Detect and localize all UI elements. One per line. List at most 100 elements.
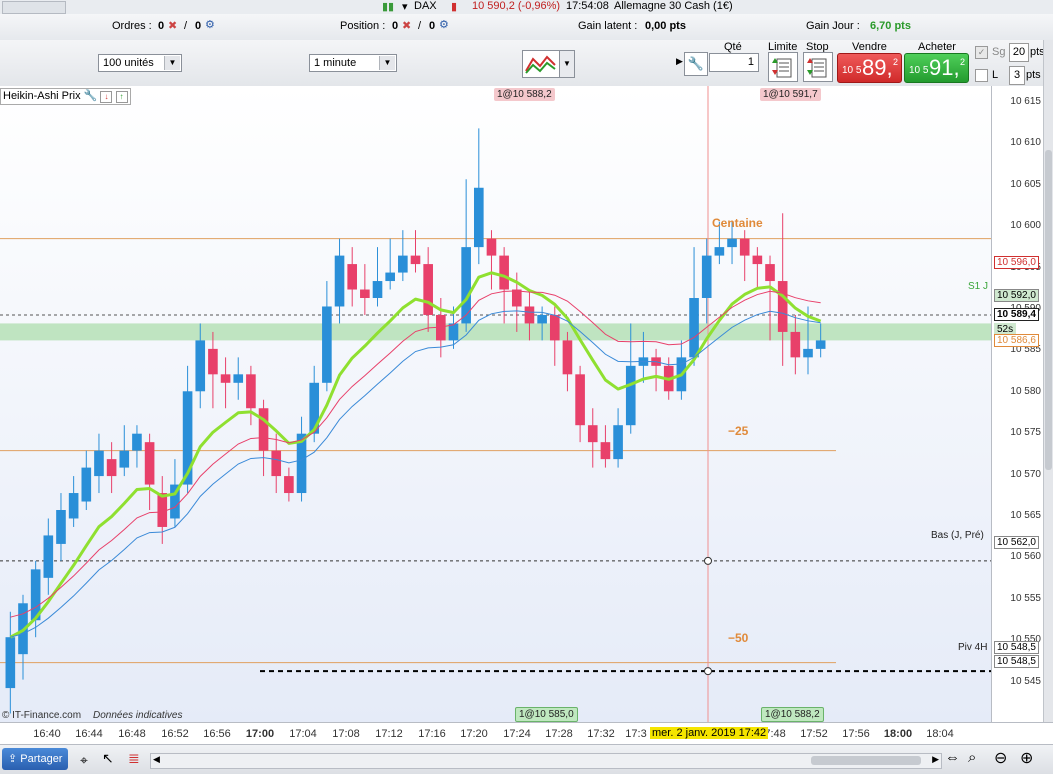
slow-moving-average <box>10 310 821 638</box>
vendre-label: Vendre <box>852 41 887 53</box>
price-axis[interactable]: 10 61510 61010 60510 60010 59510 59010 5… <box>991 86 1044 722</box>
scroll-right-icon[interactable]: ▶ <box>932 754 939 765</box>
bas-label: Bas (J, Pré) <box>931 530 984 541</box>
trade-tag-top-left[interactable]: 1@10 588,2 <box>494 88 555 101</box>
current-price-box: 10 589,4 <box>994 308 1039 321</box>
time-tick-label: 17:32 <box>587 728 615 740</box>
units-select[interactable]: 100 unités ▼ <box>98 54 182 72</box>
time-tick-label: 17:20 <box>460 728 488 740</box>
sg-input[interactable]: 20 <box>1009 43 1029 62</box>
bear-candle <box>562 340 573 375</box>
bear-candle <box>549 314 560 341</box>
bear-candle <box>347 264 358 290</box>
bear-candle <box>575 374 585 426</box>
bull-candle <box>701 255 712 298</box>
limit-order-icon <box>772 58 792 78</box>
price-tick-label: 10 575 <box>1010 427 1041 439</box>
bull-candle <box>43 535 54 578</box>
close-position-icon[interactable]: ✖ <box>402 19 411 32</box>
sell-price: 89, <box>862 55 893 80</box>
bear-candle <box>777 281 788 332</box>
bear-candle <box>739 238 750 256</box>
chart-type-icon <box>525 55 556 74</box>
position-count-2: 0 <box>429 20 436 32</box>
trade-tag-bottom-left[interactable]: 1@10 585,0 <box>515 707 578 722</box>
wrench-button[interactable]: 🔧 <box>684 52 708 76</box>
horizontal-scrollbar[interactable]: ◀ ▶ <box>150 753 942 769</box>
share-button[interactable]: ⇪ Partager <box>2 748 68 770</box>
scroll-thumb[interactable] <box>1045 150 1052 470</box>
zoom-out-icon[interactable]: ⊖ <box>994 748 1007 768</box>
price-tick-label: 10 565 <box>1010 510 1041 521</box>
indicator-tool-icon[interactable]: ≣ <box>128 750 140 767</box>
scroll-left-icon[interactable]: ◀ <box>153 754 160 765</box>
bull-candle <box>714 247 725 256</box>
time-tick-label: 18:00 <box>883 728 913 740</box>
chevron-down-icon[interactable]: ▾ <box>402 0 408 13</box>
bull-candle <box>5 637 16 689</box>
bear-candle <box>511 289 522 307</box>
trade-tag-top-right[interactable]: 1@10 591,7 <box>760 88 821 101</box>
pointer-tool-icon[interactable]: ↖ <box>102 750 114 767</box>
interval-select[interactable]: 1 minute ▼ <box>309 54 397 72</box>
support-band <box>0 323 991 341</box>
trade-tag-bottom-right[interactable]: 1@10 588,2 <box>761 707 824 722</box>
sg-checkbox[interactable]: ✓ <box>975 46 988 59</box>
acheter-label: Acheter <box>918 41 956 53</box>
l-checkbox[interactable] <box>975 69 988 82</box>
gear-icon[interactable]: ⚙ <box>439 18 449 31</box>
share-icon: ⇪ <box>8 753 18 765</box>
time-tick-label: 16:56 <box>203 728 231 740</box>
time-tick-label: 18:04 <box>926 728 954 740</box>
stop-order-button[interactable] <box>803 52 833 82</box>
zoom-in-icon[interactable]: ⊕ <box>1020 748 1033 768</box>
scroll-thumb[interactable] <box>811 756 921 765</box>
wrench-icon[interactable]: 🔧 <box>84 90 98 102</box>
l-label: L <box>992 69 999 81</box>
indicator-name: Heikin-Ashi Prix <box>3 90 81 102</box>
buy-prefix: 10 5 <box>909 65 929 76</box>
price-tick-label: 10 605 <box>1010 178 1041 190</box>
qty-input[interactable]: 1 <box>709 53 759 72</box>
buy-price: 91, <box>929 55 960 80</box>
gear-icon[interactable]: ⚙ <box>205 18 215 31</box>
buy-sup: 2 <box>960 57 966 67</box>
limit-order-button[interactable] <box>768 52 798 82</box>
stop-order-icon <box>807 58 827 78</box>
position-count: 0 <box>392 20 399 32</box>
bull-candle <box>372 281 383 298</box>
bear-candle <box>360 289 370 298</box>
price-chart[interactable]: Heikin-Ashi Prix 🔧 ↓ ↑ 1@10 588,2 1@10 5… <box>0 86 991 722</box>
collapse-panel-icon[interactable]: ▶ <box>676 56 683 67</box>
l-input[interactable]: 3 <box>1009 66 1025 85</box>
instrument-name[interactable]: DAX <box>414 0 437 12</box>
chevron-down-icon[interactable]: ▼ <box>559 50 575 78</box>
gain-jour-label: Gain Jour : <box>806 20 860 32</box>
time-tick-label: 17:12 <box>375 728 403 740</box>
bull-candle <box>473 187 484 248</box>
crosshair-marker <box>704 667 712 676</box>
chart-canvas[interactable] <box>0 86 991 722</box>
interval-value: 1 minute <box>314 57 357 69</box>
vertical-scrollbar[interactable] <box>1043 40 1053 722</box>
zoom-fit-icon[interactable]: ⌕ <box>968 749 976 766</box>
cancel-orders-icon[interactable]: ✖ <box>168 19 177 32</box>
draw-tool-icon[interactable]: ⌖ <box>80 752 88 769</box>
time-tick-label: 17:04 <box>289 728 317 740</box>
indicator-legend[interactable]: Heikin-Ashi Prix 🔧 ↓ ↑ <box>0 88 131 105</box>
price-tick-label: 10 570 <box>1010 468 1041 480</box>
sell-sup: 2 <box>893 57 899 67</box>
toolbar-grip[interactable] <box>2 1 66 14</box>
buy-button[interactable]: 10 5 91, 2 <box>904 53 969 83</box>
bear-candle <box>600 442 611 460</box>
remove-indicator-icon[interactable]: ↓ <box>100 91 113 103</box>
chart-type-button[interactable] <box>522 50 560 78</box>
fit-icon[interactable]: ⇔ <box>945 749 960 766</box>
time-axis[interactable]: 16:40 16:44 16:48 16:52 16:56 17:00 17:04 17:08… <box>0 722 1053 745</box>
time-tick-label: 16:40 <box>33 728 61 740</box>
bear-candle <box>258 408 269 451</box>
sell-button[interactable]: 10 5 89, 2 <box>837 53 902 83</box>
level-box: 10 548,5 <box>994 641 1039 654</box>
price-tick-label: 10 615 <box>1010 96 1041 107</box>
add-indicator-icon[interactable]: ↑ <box>115 91 128 103</box>
